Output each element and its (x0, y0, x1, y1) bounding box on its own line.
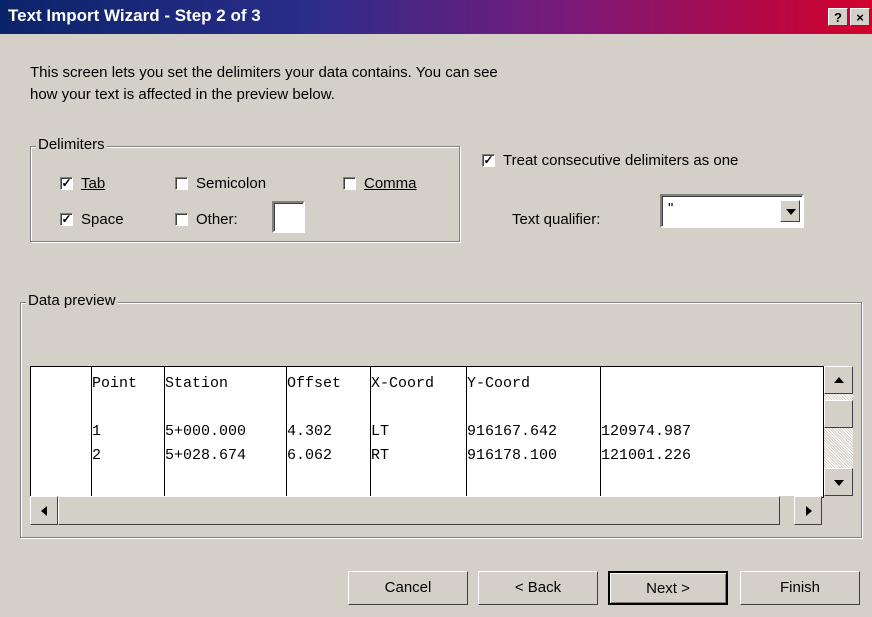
semicolon-label: Semicolon (196, 175, 267, 192)
scroll-down-button[interactable] (824, 468, 853, 496)
scroll-right-button[interactable] (794, 496, 822, 525)
header-y-coord: Y-Coord (467, 375, 531, 392)
tab-label: Tab (81, 175, 106, 192)
cell-row2-x-coord: RT (371, 447, 390, 464)
cell-row2-offset: 6.062 (287, 447, 333, 464)
header-offset: Offset (287, 375, 342, 392)
checkbox-box (343, 177, 356, 190)
arrow-up-icon (834, 377, 844, 383)
semicolon-checkbox[interactable]: Semicolon (175, 175, 266, 192)
text-qualifier-select[interactable]: " (660, 194, 804, 228)
arrow-right-icon (806, 506, 812, 516)
cell-row1-y-coord: 916167.642 (467, 423, 558, 440)
finish-button[interactable]: Finish (740, 571, 860, 605)
treat-consecutive-checkbox[interactable]: ✓ Treat consecutive delimiters as one (482, 152, 738, 169)
comma-checkbox[interactable]: Comma (343, 175, 417, 192)
next-button[interactable]: Next > (608, 571, 728, 605)
arrow-down-icon (834, 480, 844, 486)
intro-line-2: how your text is affected in the preview… (30, 86, 335, 103)
tab-checkbox[interactable]: ✓ Tab (60, 175, 105, 192)
dropdown-button[interactable] (780, 200, 800, 222)
other-input[interactable] (272, 201, 305, 233)
check-icon: ✓ (60, 212, 73, 226)
window-title: Text Import Wizard - Step 2 of 3 (8, 6, 261, 25)
title-bar[interactable]: Text Import Wizard - Step 2 of 3 ? × (0, 0, 872, 34)
back-button[interactable]: < Back (478, 571, 598, 605)
close-button[interactable]: × (850, 8, 870, 26)
checkbox-box (175, 177, 188, 190)
horizontal-scroll-thumb[interactable] (58, 496, 780, 525)
row-header-column (31, 367, 92, 497)
checkbox-box (175, 213, 188, 226)
cell-row1-extra: 120974.987 (601, 423, 692, 440)
cell-row2-station: 5+028.674 (165, 447, 247, 464)
check-icon: ✓ (60, 176, 73, 190)
header-station: Station (165, 375, 229, 392)
scroll-left-button[interactable] (30, 496, 58, 525)
cell-row1-x-coord: LT (371, 423, 390, 440)
cell-row2-y-coord: 916178.100 (467, 447, 558, 464)
header-point: Point (92, 375, 138, 392)
horizontal-scrollbar[interactable] (30, 496, 822, 525)
other-checkbox[interactable]: Other: (175, 211, 238, 228)
arrow-left-icon (41, 506, 47, 516)
cell-row1-station: 5+000.000 (165, 423, 247, 440)
chevron-down-icon (786, 209, 796, 215)
data-preview-legend: Data preview (26, 292, 118, 309)
data-preview-grid[interactable]: Point Station Offset X-Coord Y-Coord 1 5… (30, 366, 824, 498)
other-label: Other: (196, 211, 238, 228)
scroll-thumb[interactable] (824, 400, 853, 428)
scroll-up-button[interactable] (824, 366, 853, 394)
cell-row2-point: 2 (92, 447, 102, 464)
text-qualifier-label: Text qualifier: (512, 211, 601, 228)
header-x-coord: X-Coord (371, 375, 435, 392)
cancel-button[interactable]: Cancel (348, 571, 468, 605)
cell-row1-offset: 4.302 (287, 423, 333, 440)
treat-consecutive-label: Treat consecutive delimiters as one (503, 152, 739, 169)
space-label: Space (81, 211, 124, 228)
help-button[interactable]: ? (828, 8, 848, 26)
text-import-wizard-dialog: Text Import Wizard - Step 2 of 3 ? × Thi… (0, 0, 872, 617)
space-checkbox[interactable]: ✓ Space (60, 211, 124, 228)
delimiters-legend: Delimiters (36, 136, 107, 153)
vertical-scrollbar[interactable] (824, 366, 853, 496)
comma-label: Comma (364, 175, 417, 192)
check-icon: ✓ (482, 153, 495, 167)
intro-text: This screen lets you set the delimiters … (30, 62, 498, 106)
text-qualifier-value: " (668, 200, 674, 217)
intro-line-1: This screen lets you set the delimiters … (30, 64, 498, 81)
cell-row1-point: 1 (92, 423, 102, 440)
cell-row2-extra: 121001.226 (601, 447, 692, 464)
